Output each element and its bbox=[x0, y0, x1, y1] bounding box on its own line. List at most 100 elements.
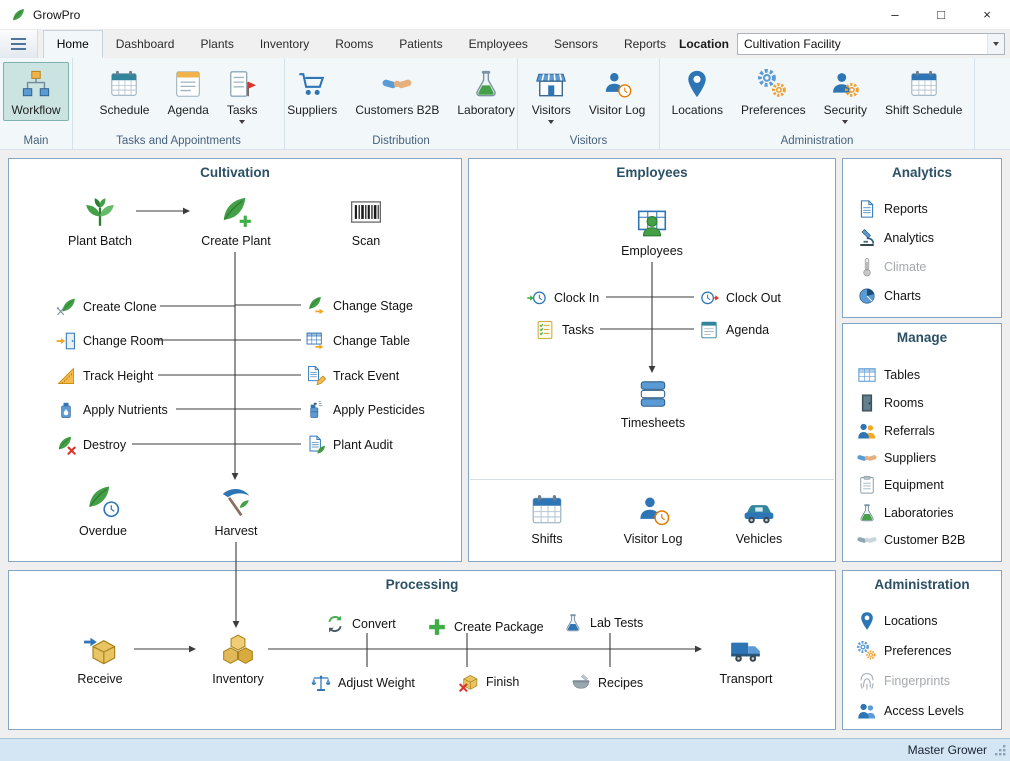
node-equipment[interactable]: Equipment bbox=[857, 472, 944, 498]
node-label: Change Stage bbox=[333, 299, 413, 313]
node-receive[interactable]: Receive bbox=[40, 633, 160, 686]
node-track-event[interactable]: Track Event bbox=[306, 363, 399, 389]
ribbon-button-visitor-log[interactable]: Visitor Log bbox=[581, 62, 653, 121]
ribbon-button-customers-b2b[interactable]: Customers B2B bbox=[347, 62, 447, 121]
ribbon-group-main: WorkflowMain bbox=[0, 58, 73, 149]
ribbon-button-schedule[interactable]: Schedule bbox=[91, 62, 157, 121]
node-timesheets[interactable]: Timesheets bbox=[593, 377, 713, 430]
fingerprints-icon bbox=[857, 671, 877, 691]
node-referrals[interactable]: Referrals bbox=[857, 418, 935, 444]
ribbon-button-tasks[interactable]: Tasks bbox=[219, 62, 266, 128]
node-change-table[interactable]: Change Table bbox=[306, 328, 410, 354]
node-tasks[interactable]: Tasks bbox=[535, 317, 594, 343]
node-access-levels[interactable]: Access Levels bbox=[857, 698, 964, 724]
node-agenda[interactable]: Agenda bbox=[699, 317, 769, 343]
node-destroy[interactable]: Destroy bbox=[56, 432, 126, 458]
node-apply-pesticides[interactable]: Apply Pesticides bbox=[306, 397, 425, 423]
titlebar: GrowPro – □ × bbox=[0, 0, 1010, 30]
node-clock-out[interactable]: Clock Out bbox=[699, 285, 781, 311]
node-label: Suppliers bbox=[884, 451, 936, 465]
locations-icon bbox=[857, 611, 877, 631]
node-suppliers[interactable]: Suppliers bbox=[857, 445, 936, 471]
ribbon-button-suppliers[interactable]: Suppliers bbox=[279, 62, 345, 121]
tab-patients[interactable]: Patients bbox=[386, 30, 455, 58]
node-laboratories[interactable]: Laboratories bbox=[857, 500, 954, 526]
node-inventory[interactable]: Inventory bbox=[178, 633, 298, 686]
node-fingerprints[interactable]: Fingerprints bbox=[857, 668, 950, 694]
node-customer-b2b[interactable]: Customer B2B bbox=[857, 527, 965, 553]
node-analytics[interactable]: Analytics bbox=[857, 225, 934, 251]
node-label: Preferences bbox=[884, 644, 951, 658]
node-tables[interactable]: Tables bbox=[857, 362, 920, 388]
node-convert[interactable]: Convert bbox=[325, 611, 396, 637]
tab-employees[interactable]: Employees bbox=[456, 30, 541, 58]
node-transport[interactable]: Transport bbox=[686, 633, 806, 686]
node-track-height[interactable]: Track Height bbox=[56, 363, 153, 389]
node-change-stage[interactable]: Change Stage bbox=[306, 293, 413, 319]
node-locations[interactable]: Locations bbox=[857, 608, 938, 634]
node-harvest[interactable]: Harvest bbox=[176, 485, 296, 538]
dropdown-arrow-icon bbox=[548, 120, 554, 124]
node-clock-in[interactable]: Clock In bbox=[527, 285, 599, 311]
node-rooms[interactable]: Rooms bbox=[857, 390, 924, 416]
ribbon-button-security[interactable]: Security bbox=[816, 62, 875, 128]
tab-rooms[interactable]: Rooms bbox=[322, 30, 386, 58]
ribbon-group-label: Visitors bbox=[518, 135, 659, 147]
node-employees[interactable]: Employees bbox=[592, 205, 712, 258]
minimize-button[interactable]: – bbox=[872, 0, 918, 29]
tab-plants[interactable]: Plants bbox=[187, 30, 246, 58]
ribbon-button-locations[interactable]: Locations bbox=[664, 62, 731, 121]
node-plant-batch[interactable]: Plant Batch bbox=[40, 195, 160, 248]
node-preferences[interactable]: Preferences bbox=[857, 638, 951, 664]
node-recipes[interactable]: Recipes bbox=[571, 670, 643, 696]
node-create-package[interactable]: Create Package bbox=[427, 614, 544, 640]
rooms-icon bbox=[857, 393, 877, 413]
location-combobox[interactable]: Cultivation Facility bbox=[737, 33, 1005, 55]
tab-dashboard[interactable]: Dashboard bbox=[103, 30, 188, 58]
menu-hamburger-icon[interactable] bbox=[0, 30, 38, 58]
tab-inventory[interactable]: Inventory bbox=[247, 30, 322, 58]
combobox-arrow-icon[interactable] bbox=[987, 34, 1004, 54]
vehicles-icon bbox=[742, 493, 776, 527]
node-apply-nutrients[interactable]: Apply Nutrients bbox=[56, 397, 168, 423]
node-label: Create Plant bbox=[201, 234, 270, 248]
node-overdue[interactable]: Overdue bbox=[43, 485, 163, 538]
ribbon-button-laboratory[interactable]: Laboratory bbox=[449, 62, 522, 121]
ribbon-button-label: Locations bbox=[672, 103, 723, 117]
ribbon-button-workflow[interactable]: Workflow bbox=[3, 62, 68, 121]
tab-home[interactable]: Home bbox=[43, 30, 103, 58]
node-scan[interactable]: Scan bbox=[306, 195, 426, 248]
node-adjust-weight[interactable]: Adjust Weight bbox=[311, 670, 415, 696]
ribbon-button-visitors[interactable]: Visitors bbox=[524, 62, 579, 128]
node-climate[interactable]: Climate bbox=[857, 254, 926, 280]
node-shifts[interactable]: Shifts bbox=[487, 493, 607, 546]
resize-grip-icon[interactable] bbox=[994, 744, 1007, 757]
node-label: Shifts bbox=[531, 532, 562, 546]
node-vehicles[interactable]: Vehicles bbox=[699, 493, 819, 546]
node-charts[interactable]: Charts bbox=[857, 283, 921, 309]
node-visitor-log[interactable]: Visitor Log bbox=[593, 493, 713, 546]
tab-reports[interactable]: Reports bbox=[611, 30, 679, 58]
dropdown-arrow-icon bbox=[842, 120, 848, 124]
ribbon-button-shift-schedule[interactable]: Shift Schedule bbox=[877, 62, 970, 121]
maximize-button[interactable]: □ bbox=[918, 0, 964, 29]
ribbon-button-label: Visitors bbox=[532, 103, 571, 117]
node-reports[interactable]: Reports bbox=[857, 196, 928, 222]
ribbon-button-agenda[interactable]: Agenda bbox=[159, 62, 216, 121]
locations-icon bbox=[682, 69, 712, 99]
node-change-room[interactable]: Change Room bbox=[56, 328, 164, 354]
change-stage-icon bbox=[306, 296, 326, 316]
node-plant-audit[interactable]: Plant Audit bbox=[306, 432, 393, 458]
ribbon-button-preferences[interactable]: Preferences bbox=[733, 62, 814, 121]
node-create-clone[interactable]: Create Clone bbox=[56, 294, 157, 320]
node-create-plant[interactable]: Create Plant bbox=[176, 195, 296, 248]
node-finish[interactable]: Finish bbox=[459, 669, 519, 695]
close-button[interactable]: × bbox=[964, 0, 1010, 29]
node-label: Clock Out bbox=[726, 291, 781, 305]
shifts-icon bbox=[530, 493, 564, 527]
node-label: Apply Nutrients bbox=[83, 403, 168, 417]
node-lab-tests[interactable]: Lab Tests bbox=[563, 610, 643, 636]
node-label: Locations bbox=[884, 614, 938, 628]
overdue-icon bbox=[86, 485, 120, 519]
tab-sensors[interactable]: Sensors bbox=[541, 30, 611, 58]
